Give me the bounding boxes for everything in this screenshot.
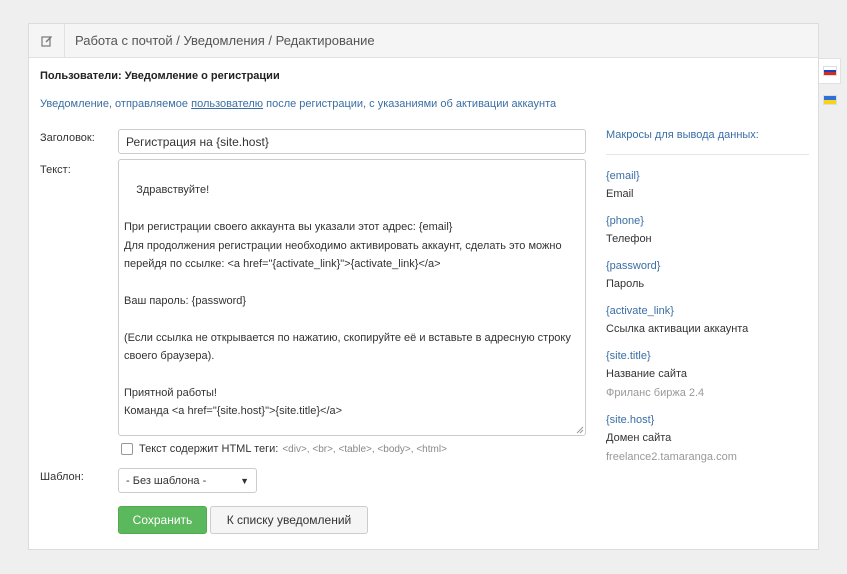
subject-label: Заголовок: xyxy=(40,132,95,144)
message-textarea[interactable]: Здравствуйте! При регистрации своего акк… xyxy=(118,159,586,436)
form-title: Пользователи: Уведомление о регистрации xyxy=(40,70,280,82)
html-checkbox-row: Текст содержит HTML теги: <div>, <br>, <… xyxy=(121,443,447,455)
macros-title: Макросы для вывода данных: xyxy=(606,129,809,155)
macro-desc: Телефон xyxy=(606,233,652,245)
macros-panel: Макросы для вывода данных: {email} Email… xyxy=(606,129,809,467)
macro-item: {password} Пароль xyxy=(606,257,809,294)
macro-desc: Email xyxy=(606,188,634,200)
panel-header: Работа с почтой / Уведомления / Редактир… xyxy=(29,23,818,58)
macro-desc: Домен сайта xyxy=(606,432,672,444)
breadcrumb: Работа с почтой / Уведомления / Редактир… xyxy=(75,33,375,48)
chevron-down-icon: ▼ xyxy=(240,475,249,486)
save-button[interactable]: Сохранить xyxy=(118,506,207,534)
macro-item: {phone} Телефон xyxy=(606,212,809,249)
html-checkbox-label[interactable]: Текст содержит HTML теги: xyxy=(139,443,278,455)
ukraine-flag-icon xyxy=(823,95,837,105)
desc-after: после регистрации, с указаниями об актив… xyxy=(263,98,557,110)
template-select[interactable]: - Без шаблона - ▼ xyxy=(118,468,257,493)
back-to-list-button[interactable]: К списку уведомлений xyxy=(210,506,368,534)
html-checkbox[interactable] xyxy=(121,443,133,455)
macro-key[interactable]: {email} xyxy=(606,167,809,185)
html-tags-hint: <div>, <br>, <table>, <body>, <html> xyxy=(282,443,447,455)
notification-edit-panel: Работа с почтой / Уведомления / Редактир… xyxy=(28,23,819,550)
users-link[interactable]: пользователю xyxy=(191,98,263,110)
macro-key[interactable]: {site.title} xyxy=(606,347,809,365)
macro-item: {email} Email xyxy=(606,167,809,204)
russia-flag-icon xyxy=(822,66,837,76)
resize-grip-icon[interactable] xyxy=(576,426,584,434)
macro-item: {site.host} Домен сайта freelance2.tamar… xyxy=(606,411,809,467)
message-text: Здравствуйте! При регистрации своего акк… xyxy=(124,184,571,418)
macro-example: freelance2.tamaranga.com xyxy=(606,451,737,463)
lang-tab-uk[interactable] xyxy=(819,87,841,113)
macro-example: Фриланс биржа 2.4 xyxy=(606,387,705,399)
macro-desc: Название сайта xyxy=(606,368,688,380)
edit-icon xyxy=(29,23,65,58)
subject-input[interactable] xyxy=(118,129,586,154)
template-selected: - Без шаблона - xyxy=(126,474,207,487)
macro-key[interactable]: {site.host} xyxy=(606,411,809,429)
macro-item: {site.title} Название сайта Фриланс бирж… xyxy=(606,347,809,403)
macro-key[interactable]: {password} xyxy=(606,257,809,275)
macro-item: {activate_link} Ссылка активации аккаунт… xyxy=(606,302,809,339)
macro-desc: Ссылка активации аккаунта xyxy=(606,323,749,335)
macro-key[interactable]: {activate_link} xyxy=(606,302,809,320)
desc-before: Уведомление, отправляемое xyxy=(40,98,192,110)
text-label: Текст: xyxy=(40,164,71,176)
form-description: Уведомление, отправляемое пользователю п… xyxy=(40,98,556,110)
template-label: Шаблон: xyxy=(40,471,84,483)
macro-key[interactable]: {phone} xyxy=(606,212,809,230)
macro-desc: Пароль xyxy=(606,278,645,290)
lang-tab-ru[interactable] xyxy=(819,58,841,84)
